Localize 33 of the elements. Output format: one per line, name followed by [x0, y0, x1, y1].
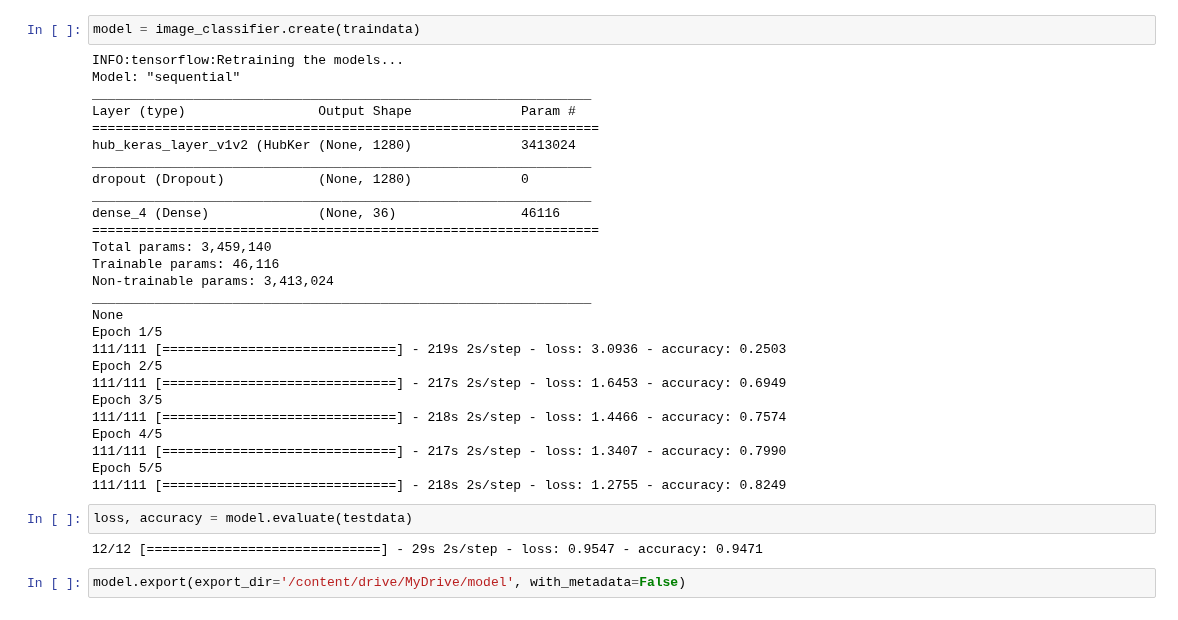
output-line: hub_keras_layer_v1v2 (HubKer (None, 1280) 3413024 [92, 137, 577, 154]
output-line: Layer (type) Output Shape Param # [92, 103, 577, 120]
output-line: INFO:tensorflow:Retraining the models... [92, 52, 405, 69]
output-line: ________________________________________________________________ [92, 188, 592, 205]
output-line: ________________________________________________________________ [92, 86, 592, 103]
output-line: ________________________________________________________________ [92, 290, 592, 307]
output-line: Trainable params: 46,116 [92, 256, 280, 273]
output-line: 111/111 [==============================] - 217s 2s/step - loss: 1.6453 - accuracy: 0.6949 [92, 375, 787, 392]
output-line: 111/111 [==============================] - 218s 2s/step - loss: 1.4466 - accuracy: 0.7574 [92, 409, 787, 426]
output-line: Epoch 3/5 [92, 392, 163, 409]
output-line: dense_4 (Dense) (None, 36) 46116 [92, 205, 562, 222]
output-line: Epoch 2/5 [92, 358, 163, 375]
output-line: ================================================================= [92, 222, 600, 239]
output-line: Non-trainable params: 3,413,024 [92, 273, 334, 290]
output-line: Model: "sequential" [92, 69, 241, 86]
output-line: ================================================================= [92, 120, 600, 137]
output-line: 111/111 [==============================] - 218s 2s/step - loss: 1.2755 - accuracy: 0.8249 [92, 477, 787, 494]
code-input[interactable]: model.export(export_dir='/content/drive/MyDrive/model', with_metadata=False) [88, 568, 1156, 598]
output-line: 12/12 [==============================] - 29s 2s/step - loss: 0.9547 - accuracy: 0.9471 [92, 541, 763, 558]
output-line: Epoch 1/5 [92, 324, 163, 341]
output-line: Epoch 4/5 [92, 426, 163, 443]
output-line: 111/111 [==============================] - 219s 2s/step - loss: 3.0936 - accuracy: 0.2503 [92, 341, 787, 358]
output-line: ________________________________________________________________ [92, 154, 592, 171]
input-prompt: In [ ]: [26, 510, 83, 528]
input-prompt: In [ ]: [26, 21, 83, 39]
output-line: None [92, 307, 124, 324]
output-line: 111/111 [==============================] - 217s 2s/step - loss: 1.3407 - accuracy: 0.7990 [92, 443, 787, 460]
output-line: Epoch 5/5 [92, 460, 163, 477]
code-input[interactable]: loss, accuracy = model.evaluate(testdata) [88, 504, 1156, 534]
code-input[interactable]: model = image_classifier.create(traindata) [88, 15, 1156, 45]
input-prompt: In [ ]: [26, 574, 83, 592]
output-line: Total params: 3,459,140 [92, 239, 272, 256]
output-line: dropout (Dropout) (None, 1280) 0 [92, 171, 530, 188]
